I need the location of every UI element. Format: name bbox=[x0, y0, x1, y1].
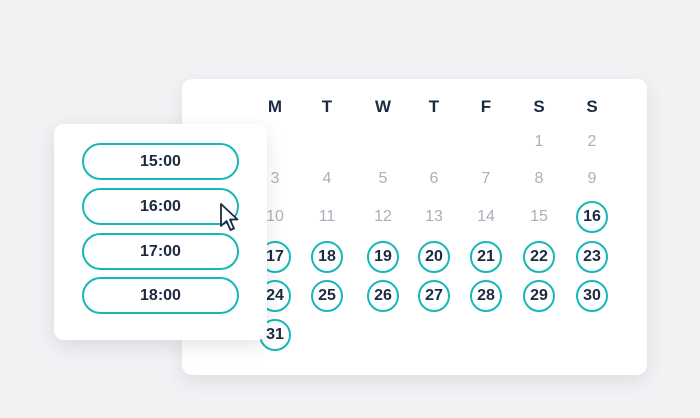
mouse-pointer-icon bbox=[220, 203, 239, 231]
available-day[interactable]: 23 bbox=[576, 241, 608, 273]
available-day[interactable]: 28 bbox=[470, 280, 502, 312]
unavailable-day: 7 bbox=[481, 170, 491, 187]
unavailable-day: 8 bbox=[534, 170, 544, 187]
unavailable-day: 4 bbox=[322, 170, 332, 187]
weekday-label: S bbox=[586, 97, 598, 116]
weekday-label: T bbox=[321, 97, 333, 116]
time-slot-button[interactable]: 18:00 bbox=[82, 277, 239, 314]
unavailable-day: 6 bbox=[429, 170, 439, 187]
weekday-label: T bbox=[428, 97, 440, 116]
unavailable-day: 9 bbox=[587, 170, 597, 187]
unavailable-day: 1 bbox=[534, 133, 544, 150]
available-day[interactable]: 27 bbox=[418, 280, 450, 312]
unavailable-day: 11 bbox=[318, 208, 336, 225]
available-day[interactable]: 16 bbox=[576, 201, 608, 233]
available-day[interactable]: 29 bbox=[523, 280, 555, 312]
illustration-frame: M T W T F S S 1 2 3 4 5 6 7 8 9 10 11 12 13 14 15 16 17 18 19 20 21… bbox=[0, 0, 700, 418]
weekday-label: F bbox=[480, 97, 492, 116]
unavailable-day: 12 bbox=[374, 208, 392, 225]
unavailable-day: 13 bbox=[425, 208, 443, 225]
available-day[interactable]: 19 bbox=[367, 241, 399, 273]
available-day[interactable]: 22 bbox=[523, 241, 555, 273]
weekday-label: W bbox=[374, 97, 392, 116]
unavailable-day: 14 bbox=[477, 208, 495, 225]
weekday-label: S bbox=[533, 97, 545, 116]
weekday-label: M bbox=[267, 97, 283, 116]
available-day[interactable]: 18 bbox=[311, 241, 343, 273]
unavailable-day: 5 bbox=[378, 170, 388, 187]
available-day[interactable]: 21 bbox=[470, 241, 502, 273]
available-day[interactable]: 20 bbox=[418, 241, 450, 273]
available-day[interactable]: 26 bbox=[367, 280, 399, 312]
unavailable-day: 2 bbox=[587, 133, 597, 150]
time-slot-button[interactable]: 15:00 bbox=[82, 143, 239, 180]
available-day[interactable]: 25 bbox=[311, 280, 343, 312]
time-slot-button[interactable]: 16:00 bbox=[82, 188, 239, 225]
available-day[interactable]: 30 bbox=[576, 280, 608, 312]
time-slot-button[interactable]: 17:00 bbox=[82, 233, 239, 270]
unavailable-day: 15 bbox=[530, 208, 548, 225]
